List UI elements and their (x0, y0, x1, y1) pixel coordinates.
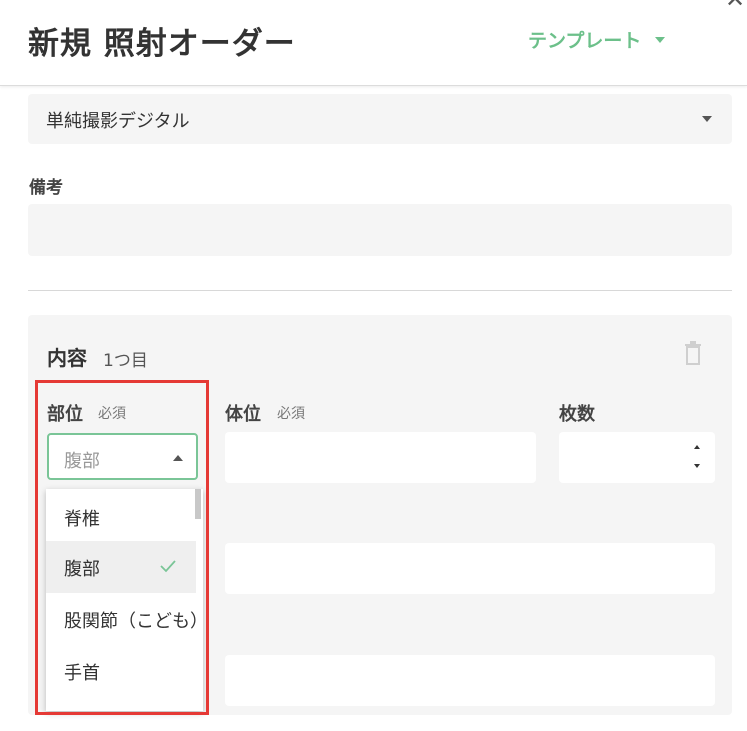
trash-icon[interactable] (684, 341, 702, 365)
content-title: 内容 (47, 346, 87, 370)
body-part-dropdown: 脊椎 腹部 股関節（こども） 手首 (46, 489, 203, 711)
body-part-placeholder: 腹部 (64, 451, 100, 472)
page-title: 新規 照射オーダー (28, 26, 296, 62)
body-part-select[interactable]: 腹部 (47, 433, 198, 480)
body-part-required: 必須 (98, 406, 126, 422)
remarks-label: 備考 (29, 178, 63, 198)
dropdown-option[interactable]: 股関節（こども） (46, 593, 196, 645)
position-label: 体位 (225, 404, 261, 425)
caret-up-icon (173, 455, 183, 461)
close-icon[interactable]: ✕ (725, 0, 747, 12)
template-button-label: テンプレート (528, 30, 642, 52)
content-input-row-3[interactable] (225, 655, 715, 706)
check-icon (160, 560, 176, 573)
template-button[interactable]: テンプレート (528, 26, 666, 53)
remarks-input[interactable] (28, 204, 732, 256)
content-input-row-2[interactable] (225, 543, 715, 594)
caret-down-icon (702, 116, 712, 122)
content-index-label: 1つ目 (103, 351, 148, 371)
count-stepper[interactable] (559, 432, 715, 483)
exam-type-value: 単純撮影デジタル (46, 111, 190, 132)
spin-down-icon[interactable] (694, 464, 700, 468)
dropdown-option-selected[interactable]: 腹部 (46, 541, 196, 593)
body-part-label: 部位 (47, 404, 83, 425)
dropdown-option[interactable]: 脊椎 (46, 491, 196, 543)
position-input[interactable] (225, 432, 536, 483)
dialog-header: 新規 照射オーダー テンプレート ✕ (0, 0, 747, 86)
count-label: 枚数 (559, 404, 595, 425)
spin-up-icon[interactable] (694, 445, 700, 449)
dropdown-option[interactable]: 手首 (46, 645, 196, 697)
divider (28, 290, 732, 291)
position-required: 必須 (277, 406, 305, 422)
exam-type-select[interactable]: 単純撮影デジタル (28, 94, 732, 144)
dropdown-scrollbar[interactable] (195, 489, 201, 519)
caret-down-icon (655, 36, 666, 43)
